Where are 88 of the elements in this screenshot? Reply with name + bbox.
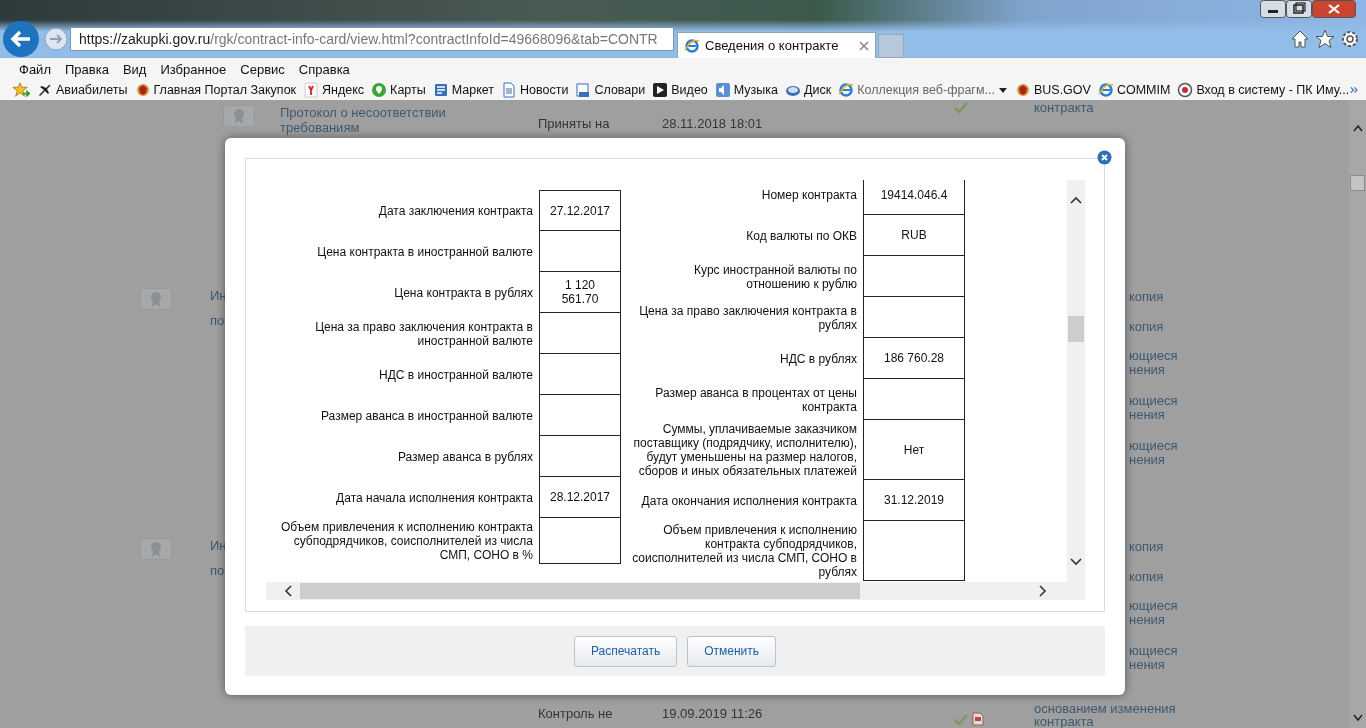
menu-item[interactable]: Избранное bbox=[155, 61, 232, 77]
favorites-link[interactable]: Коллекция веб-фрагм... bbox=[838, 82, 1008, 98]
browser-tab[interactable]: Сведения о контракте bbox=[677, 32, 876, 58]
dialog-button[interactable]: Отменить bbox=[687, 635, 777, 667]
favorites-link[interactable]: Вход в систему - ПК Иму... bbox=[1177, 82, 1350, 98]
scrollbar-thumb[interactable] bbox=[1068, 316, 1084, 342]
scroll-down-icon[interactable] bbox=[1352, 714, 1363, 722]
home-icon[interactable] bbox=[1290, 29, 1310, 49]
value-cell: 1 120 561.70 bbox=[539, 272, 621, 313]
browser-page-icon bbox=[838, 82, 855, 98]
favorites-link[interactable]: Авиабилеты bbox=[36, 82, 128, 98]
field-label: Цена контракта в иностранной валюте bbox=[316, 243, 534, 261]
star-icon[interactable] bbox=[1315, 29, 1335, 49]
scroll-down-icon[interactable] bbox=[1070, 558, 1082, 566]
scroll-up-icon[interactable] bbox=[1070, 196, 1082, 204]
favorites-link[interactable]: Диск bbox=[785, 82, 832, 98]
value-cell: 19414.046.4 bbox=[863, 180, 965, 215]
tab-title: Сведения о контракте bbox=[705, 38, 840, 53]
value-cell: 28.12.2017 bbox=[539, 477, 621, 518]
status-text: Контроль не bbox=[538, 706, 613, 721]
address-bar[interactable]: https://zakupki.gov.ru/rgk/contract-info-card/view.html?contractInfoId=49668096&tab=CONTR bbox=[70, 27, 674, 51]
scrollbar-thumb[interactable] bbox=[300, 583, 860, 599]
field-label: Номер контракта bbox=[760, 186, 858, 204]
back-icon[interactable] bbox=[2, 20, 40, 58]
scroll-left-icon[interactable] bbox=[284, 585, 292, 597]
value-cell: RUB bbox=[863, 215, 965, 256]
field-label: Цена за право заключения контракта в иностранной валюте bbox=[314, 318, 534, 350]
field-label: Объем привлечения к исполнению контракта субподрядчиков, соисполнителей из числа СМП, СОНО в рублях bbox=[631, 522, 858, 581]
scrollbar-thumb[interactable] bbox=[1350, 175, 1365, 191]
favorites-link[interactable]: Словари bbox=[575, 82, 646, 98]
browser-page-icon bbox=[684, 37, 700, 54]
favorites-star-icon[interactable] bbox=[12, 81, 30, 99]
value-cell: 31.12.2019 bbox=[863, 480, 965, 521]
menu-item[interactable]: Правка bbox=[59, 61, 114, 77]
close-icon[interactable] bbox=[859, 40, 869, 51]
field-label: Объем привлечения к исполнению контракта субподрядчиков, соисполнителей из числа СМП, СОНО в % bbox=[279, 519, 534, 564]
restore-icon[interactable] bbox=[1286, 0, 1312, 18]
field-label: Суммы, уплачиваемые заказчиком поставщику (подрядчику, исполнителю), будут уменьшены на размер налогов, сборов и иных обязательных платежей bbox=[632, 421, 858, 480]
scroll-up-icon[interactable] bbox=[1352, 124, 1363, 132]
scrollbar[interactable] bbox=[1067, 180, 1085, 582]
forward-icon[interactable] bbox=[44, 27, 68, 51]
scrollbar[interactable] bbox=[1349, 100, 1366, 728]
favorites-link[interactable]: COMMIM bbox=[1097, 82, 1171, 98]
settings-icon[interactable] bbox=[1340, 29, 1360, 49]
emblem-icon bbox=[1014, 82, 1031, 98]
chevron-icon[interactable] bbox=[1349, 84, 1360, 96]
field-label: НДС в рублях bbox=[779, 350, 858, 368]
field-label: Размер аванса в процентах от цены контракта bbox=[654, 384, 858, 416]
menu-item[interactable]: Файл bbox=[14, 61, 56, 77]
favorites-link[interactable]: Яндекс bbox=[303, 82, 365, 98]
field-label: Размер аванса в иностранной валюте bbox=[320, 407, 534, 425]
favorites-link[interactable]: Новости bbox=[501, 82, 569, 98]
close-icon[interactable] bbox=[1312, 0, 1356, 18]
close-icon[interactable] bbox=[1097, 150, 1112, 165]
scrollbar[interactable] bbox=[266, 582, 1085, 600]
value-cell: 27.12.2017 bbox=[539, 190, 621, 231]
field-label: Дата начала исполнения контракта bbox=[335, 489, 534, 507]
favorites-link[interactable]: Музыка bbox=[714, 82, 778, 98]
status-text: Приняты на bbox=[538, 116, 610, 131]
favorites-link[interactable]: BUS.GOV bbox=[1014, 82, 1091, 98]
minimize-icon[interactable] bbox=[1260, 0, 1286, 18]
url-text: https://zakupki.gov.ru/rgk/contract-info-card/view.html?contractInfoId=49668096&tab=CONTR bbox=[79, 31, 658, 47]
dialog-button[interactable]: Распечатать bbox=[573, 635, 678, 667]
field-label: Цена контракта в рублях bbox=[393, 284, 534, 302]
menu-item[interactable]: Вид bbox=[117, 61, 152, 77]
favorites-link[interactable]: Главная Портал Закупок bbox=[134, 82, 297, 98]
field-label: НДС в иностранной валюте bbox=[378, 366, 534, 384]
menu-item[interactable]: Справка bbox=[293, 61, 355, 77]
browser-page-icon bbox=[1097, 82, 1114, 98]
date-text: 28.11.2018 18:01 bbox=[662, 116, 763, 131]
check-icon bbox=[954, 714, 968, 726]
field-label: Курс иностранной валюты по отношению к рублю bbox=[693, 261, 858, 293]
field-label: Цена за право заключения контракта в рублях bbox=[638, 302, 858, 334]
favorites-link[interactable]: Карты bbox=[371, 82, 426, 98]
menu-item[interactable]: Сервис bbox=[235, 61, 290, 77]
field-label: Код валюты по ОКВ bbox=[745, 227, 858, 245]
favorites-link[interactable]: Маркет bbox=[432, 82, 495, 98]
pdf-icon[interactable] bbox=[972, 712, 984, 726]
scroll-right-icon[interactable] bbox=[1039, 585, 1047, 597]
value-cell: Нет bbox=[863, 420, 965, 480]
field-label: Дата окончания исполнения контракта bbox=[640, 492, 858, 510]
value-cell: 186 760.28 bbox=[863, 338, 965, 379]
field-label: Дата заключения контракта bbox=[377, 202, 534, 220]
field-label: Размер аванса в рублях bbox=[396, 448, 534, 466]
check-icon bbox=[954, 102, 968, 114]
favorites-link[interactable]: Видео bbox=[652, 82, 708, 98]
emblem-icon bbox=[134, 82, 151, 98]
date-text: 19.09.2019 11:26 bbox=[662, 706, 763, 721]
